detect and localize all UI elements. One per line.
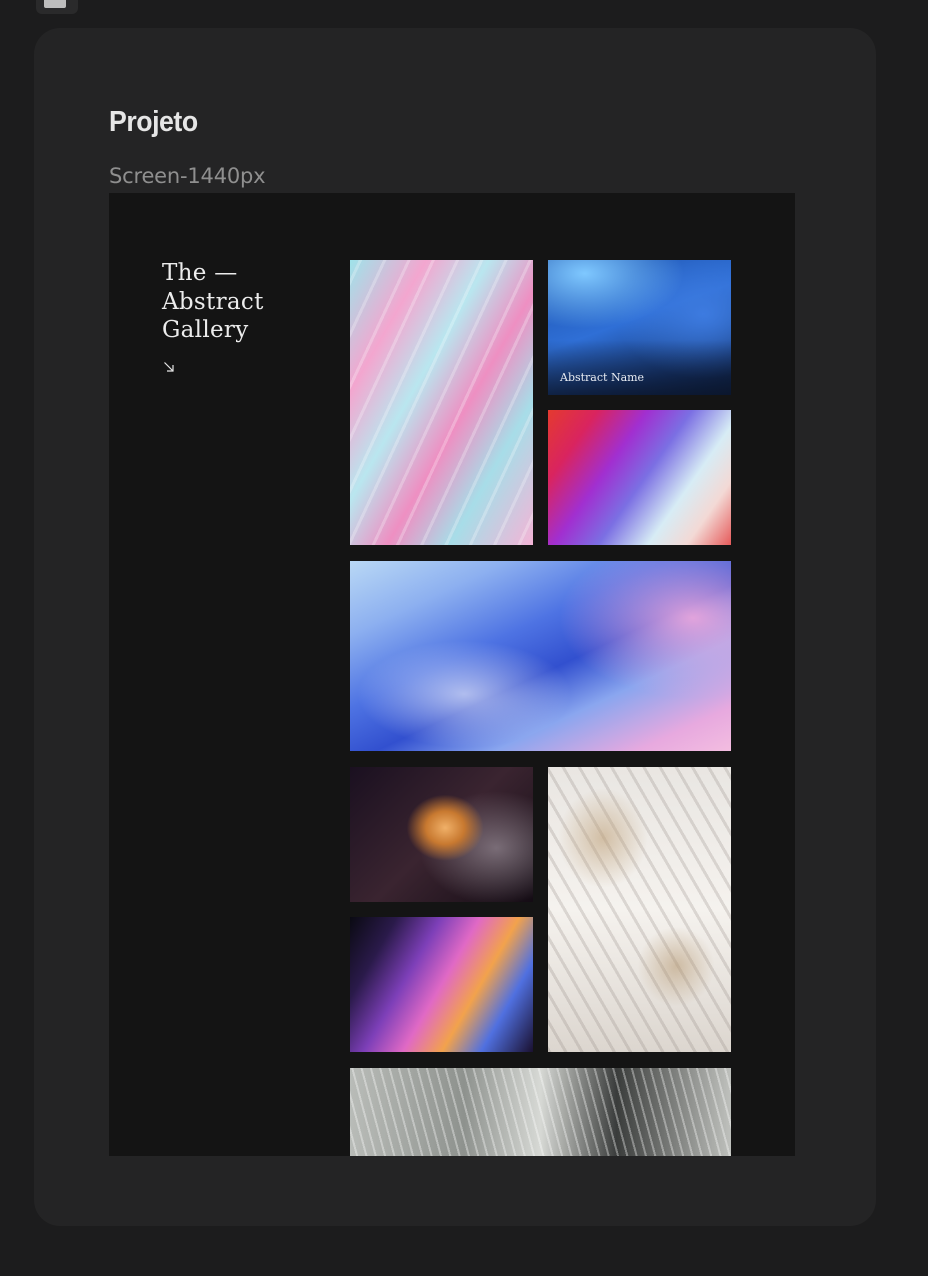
app-icon — [44, 0, 66, 8]
tile-image — [350, 1068, 731, 1156]
project-title: Projeto — [109, 106, 198, 138]
arrow-down-right-icon[interactable] — [163, 361, 175, 373]
tile-pink-teal-marble[interactable] — [350, 260, 533, 545]
tile-white-crumpled[interactable] — [548, 767, 731, 1052]
window-tab[interactable] — [36, 0, 78, 14]
headline-line-3: Gallery — [162, 317, 249, 343]
tile-caption: Abstract Name — [560, 371, 645, 384]
frame-label[interactable]: Screen-1440px — [109, 164, 266, 188]
tile-caption-shade — [548, 340, 731, 395]
tile-image — [350, 260, 533, 545]
tile-light-streaks[interactable] — [350, 917, 533, 1052]
headline-line-1: The — — [162, 260, 238, 286]
design-frame[interactable]: The — Abstract Gallery Abstract Name — [109, 193, 795, 1156]
tile-red-violet-gradient[interactable] — [548, 410, 731, 545]
tile-image — [350, 561, 731, 751]
tile-blue-waves[interactable]: Abstract Name — [548, 260, 731, 395]
tile-image: Abstract Name — [548, 260, 731, 395]
tile-image — [350, 917, 533, 1052]
tile-image — [350, 767, 533, 902]
tile-image — [548, 767, 731, 1052]
tile-grey-brushstrokes[interactable] — [350, 1068, 731, 1156]
tile-orange-swirl[interactable] — [350, 767, 533, 902]
headline-line-2: Abstract — [162, 288, 264, 315]
tile-blue-pink-fluid[interactable] — [350, 561, 731, 751]
gallery-headline: The — Abstract Gallery — [162, 259, 264, 345]
tile-image — [548, 410, 731, 545]
